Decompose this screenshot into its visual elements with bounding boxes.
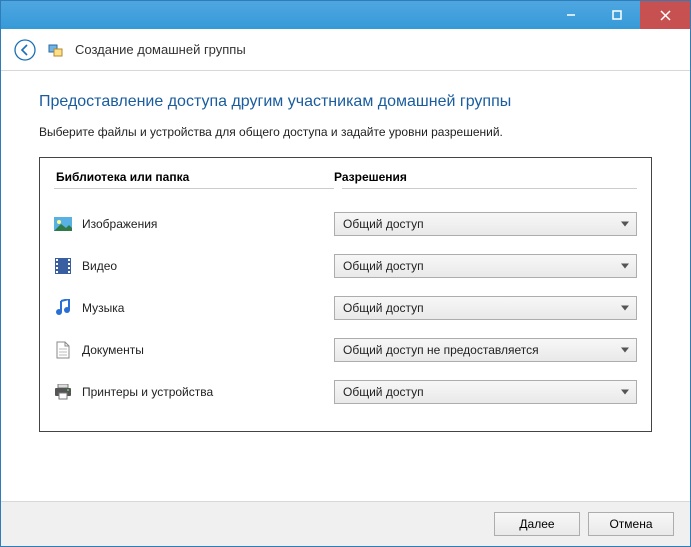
wizard-header: Создание домашней группы [1,29,690,71]
titlebar [1,1,690,29]
select-documents[interactable]: Общий доступ не предоставляется [334,338,637,362]
maximize-button[interactable] [594,1,640,29]
minimize-button[interactable] [548,1,594,29]
select-printers[interactable]: Общий доступ [334,380,637,404]
col-header-library: Библиотека или папка [54,170,334,184]
row-pictures: Изображения Общий доступ [54,203,637,245]
close-button[interactable] [640,1,690,29]
pictures-icon [54,215,72,233]
cancel-button[interactable]: Отмена [588,512,674,536]
select-music[interactable]: Общий доступ [334,296,637,320]
page-instruction: Выберите файлы и устройства для общего д… [39,125,652,139]
select-pictures[interactable]: Общий доступ [334,212,637,236]
col-header-permissions: Разрешения [334,170,637,184]
column-headers: Библиотека или папка Разрешения [54,166,637,188]
label-pictures: Изображения [82,217,157,231]
printers-icon [54,383,72,401]
back-button[interactable] [13,38,37,62]
row-music: Музыка Общий доступ [54,287,637,329]
window-title: Создание домашней группы [75,42,246,57]
documents-icon [54,341,72,359]
select-video[interactable]: Общий доступ [334,254,637,278]
row-printers: Принтеры и устройства Общий доступ [54,371,637,413]
sharing-panel: Библиотека или папка Разрешения Изображе… [39,157,652,432]
page-heading: Предоставление доступа другим участникам… [39,93,652,111]
homegroup-icon [47,41,65,59]
music-icon [54,299,72,317]
row-documents: Документы Общий доступ не предоставляетс… [54,329,637,371]
next-button[interactable]: Далее [494,512,580,536]
wizard-window: Создание домашней группы Предоставление … [0,0,691,547]
wizard-footer: Далее Отмена [1,501,690,546]
row-video: Видео Общий доступ [54,245,637,287]
label-documents: Документы [82,343,144,357]
label-music: Музыка [82,301,124,315]
label-printers: Принтеры и устройства [82,385,213,399]
video-icon [54,257,72,275]
label-video: Видео [82,259,117,273]
wizard-content: Предоставление доступа другим участникам… [1,71,690,501]
